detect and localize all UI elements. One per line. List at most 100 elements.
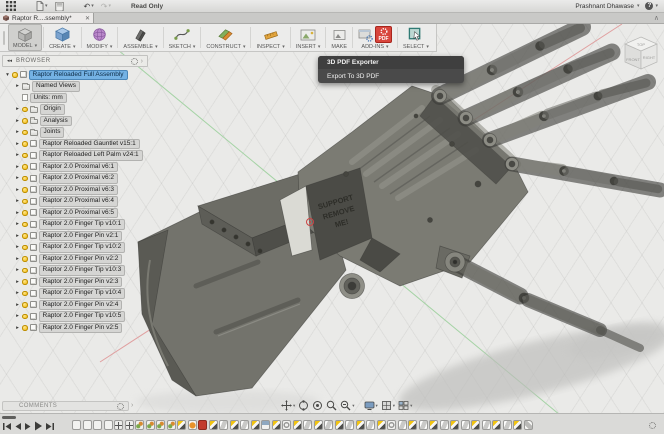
toolbar-collapse-chevron[interactable]: ∧ (654, 14, 664, 22)
expand-arrow-icon[interactable]: ▸ (13, 244, 22, 250)
browser-item[interactable]: ▸Raptor 2.0 Finger Tip v10:2 (2, 242, 152, 254)
pdf-exporter-icon[interactable]: PDF (375, 26, 392, 43)
browser-item-label[interactable]: Analysis (40, 116, 72, 127)
timeline-comp-icon[interactable] (83, 420, 92, 430)
timeline-joint-icon[interactable] (135, 420, 144, 430)
timeline-pin-icon[interactable] (398, 420, 407, 430)
expand-arrow-icon[interactable]: ▸ (13, 325, 22, 331)
user-menu[interactable]: Prashnant Dhawase▾ (575, 3, 639, 10)
timeline-move-icon[interactable] (125, 420, 134, 430)
comments-resize-handle[interactable]: › (131, 402, 133, 409)
timeline-joint-icon[interactable] (146, 420, 155, 430)
timeline-flag-icon[interactable] (230, 420, 239, 430)
browser-gear-icon[interactable] (131, 58, 138, 65)
browser-item[interactable]: ▸Raptor 2.0 Proximal v6:1 (2, 161, 152, 173)
toolbar-group-create[interactable]: CREATE▾ (45, 24, 79, 51)
step-forward-button[interactable] (25, 422, 31, 431)
timeline-pin-icon[interactable] (482, 420, 491, 430)
timeline-flag-icon[interactable] (513, 420, 522, 430)
browser-item[interactable]: ▸ Raptor 2.0 Finger Tip v10:3 (2, 265, 152, 277)
visibility-bulb-icon[interactable] (22, 256, 28, 262)
visibility-bulb-icon[interactable] (22, 325, 28, 331)
timeline-pin-icon[interactable] (324, 420, 333, 430)
go-to-end-button[interactable] (46, 422, 54, 431)
apps-grid-icon[interactable] (6, 1, 16, 11)
zoom-fit-icon[interactable] (325, 400, 338, 411)
viewports-icon[interactable]: ▾ (397, 400, 413, 411)
expand-arrow-icon[interactable]: ▸ (13, 118, 22, 124)
browser-item[interactable]: ▸Named Views (2, 81, 152, 93)
browser-item[interactable]: ▸Raptor Reloaded Gauntlet v15:1 (2, 138, 152, 150)
toolbar-group-assemble[interactable]: ASSEMBLE▾ (119, 24, 161, 51)
timeline-flag-icon[interactable] (209, 420, 218, 430)
visibility-bulb-icon[interactable] (22, 153, 28, 159)
browser-item-label[interactable]: Units: mm (30, 93, 67, 104)
browser-item[interactable]: ▸ Origin (2, 104, 152, 116)
browser-item-label[interactable]: Raptor 2.0 Proximal v6:2 (39, 173, 119, 184)
timeline-joint-icon[interactable] (167, 420, 176, 430)
expand-arrow-icon[interactable]: ▸ (13, 198, 22, 204)
save-button[interactable] (55, 2, 64, 11)
toolbar-group-inspect[interactable]: INSPECT▾ (252, 24, 288, 51)
timeline-move-icon[interactable] (114, 420, 123, 430)
timeline-comp-icon[interactable] (104, 420, 113, 430)
expand-arrow-icon[interactable]: ▸ (13, 106, 22, 112)
timeline-red-icon[interactable] (198, 420, 207, 430)
visibility-bulb-icon[interactable] (22, 130, 28, 136)
timeline-drop-icon[interactable] (188, 420, 197, 430)
visibility-bulb-icon[interactable] (22, 233, 28, 239)
browser-item[interactable]: ▸Raptor 2.0 Proximal v6:4 (2, 196, 152, 208)
expand-arrow-icon[interactable]: ▸ (13, 267, 22, 273)
timeline-flag-icon[interactable] (429, 420, 438, 430)
browser-item[interactable]: ▸Raptor 2.0 Finger Pin v2:5 (2, 322, 152, 334)
browser-item-label[interactable]: Origin (40, 104, 65, 115)
browser-header[interactable]: ◂◂ BROWSER › (2, 55, 148, 67)
visibility-bulb-icon[interactable] (22, 187, 28, 193)
undo-button[interactable]: ↶▾ (84, 2, 94, 11)
timeline-flag-icon[interactable] (408, 420, 417, 430)
expand-arrow-icon[interactable]: ▸ (13, 313, 22, 319)
timeline-pin-icon[interactable] (345, 420, 354, 430)
visibility-bulb-icon[interactable] (22, 199, 28, 205)
timeline-pin-icon[interactable] (366, 420, 375, 430)
timeline-comp-icon[interactable] (93, 420, 102, 430)
visibility-bulb-icon[interactable] (22, 314, 28, 320)
browser-item-label[interactable]: Raptor 2.0 Proximal v6:5 (39, 208, 119, 219)
zoom-icon[interactable]: ▾ (339, 400, 355, 411)
file-menu-button[interactable]: ▾ (36, 1, 48, 11)
timeline-slider-handle[interactable] (2, 416, 16, 419)
visibility-bulb-icon[interactable] (22, 268, 28, 274)
browser-item-label[interactable]: Raptor 2.0 Finger Pin v2:3 (39, 277, 123, 288)
expand-arrow-icon[interactable]: ▸ (13, 164, 22, 170)
timeline-pin-icon[interactable] (440, 420, 449, 430)
timeline-circ-icon[interactable] (387, 420, 396, 430)
browser-item-label[interactable]: Raptor 2.0 Finger Tip v10:3 (39, 265, 126, 276)
expand-arrow-icon[interactable]: ▸ (13, 210, 22, 216)
timeline-pin-icon[interactable] (461, 420, 470, 430)
browser-item-label[interactable]: Named Views (32, 81, 80, 92)
browser-item[interactable]: ▸ Raptor 2.0 Proximal v6:5 (2, 207, 152, 219)
expand-arrow-icon[interactable]: ▸ (13, 221, 22, 227)
comments-bar[interactable]: COMMENTS (2, 401, 129, 411)
expand-arrow-icon[interactable]: ▸ (13, 175, 22, 181)
browser-resize-handle[interactable]: › (141, 58, 143, 65)
browser-item-label[interactable]: Raptor 2.0 Finger Tip v10:1 (39, 219, 126, 230)
expand-arrow-icon[interactable]: ▸ (13, 129, 22, 135)
timeline-flag-icon[interactable] (314, 420, 323, 430)
timeline-flag-icon[interactable] (251, 420, 260, 430)
visibility-bulb-icon[interactable] (22, 210, 28, 216)
browser-item[interactable]: ▾Raptor Reloaded Full Assembly (2, 69, 152, 81)
visibility-bulb-icon[interactable] (22, 141, 28, 147)
toolbar-group-select[interactable]: SELECT▾ (399, 24, 433, 51)
browser-item[interactable]: ▸ Raptor 2.0 Proximal v6:2 (2, 173, 152, 185)
redo-button[interactable]: ↷▾ (101, 2, 111, 11)
toolbar-group-sketch[interactable]: SKETCH▾ (165, 24, 200, 51)
document-tab[interactable]: Raptor R....ssembly* ✕ (0, 13, 94, 23)
browser-item-label[interactable]: Raptor 2.0 Finger Pin v2:2 (39, 254, 123, 265)
timeline-flag-icon[interactable] (492, 420, 501, 430)
toolbar-group-addins[interactable]: PDF ADD-INS▾ (354, 24, 396, 51)
visibility-bulb-icon[interactable] (22, 279, 28, 285)
browser-item-label[interactable]: Raptor Reloaded Full Assembly (29, 70, 128, 81)
view-cube[interactable]: TOP FRONT RIGHT (621, 35, 661, 75)
timeline-circ-icon[interactable] (282, 420, 291, 430)
